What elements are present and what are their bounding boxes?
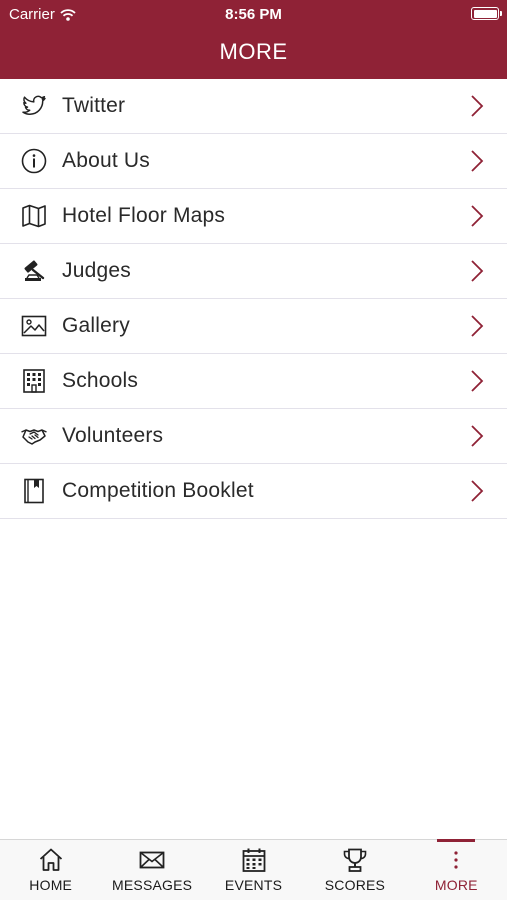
tab-more[interactable]: MORE: [406, 839, 507, 900]
tab-label: MORE: [434, 877, 478, 893]
menu-item-label: Gallery: [62, 314, 130, 337]
menu-item-twitter[interactable]: Twitter: [0, 79, 507, 134]
status-bar: Carrier 8:56 PM: [0, 0, 507, 28]
gavel-icon: [20, 257, 48, 285]
menu-item-label: Twitter: [62, 94, 126, 117]
twitter-icon: [20, 92, 48, 120]
chevron-right-icon: [471, 260, 484, 282]
trophy-icon: [343, 848, 367, 872]
chevron-right-icon: [471, 205, 484, 227]
active-tab-indicator: [437, 839, 476, 842]
menu-item-label: About Us: [62, 149, 150, 172]
menu-item-schools[interactable]: Schools: [0, 354, 507, 409]
more-dots-icon: [454, 851, 458, 869]
tab-events[interactable]: EVENTS: [203, 840, 304, 900]
top-bar: Carrier 8:56 PM MORE: [0, 0, 507, 79]
chevron-right-icon: [471, 150, 484, 172]
chevron-right-icon: [471, 425, 484, 447]
building-icon: [20, 367, 48, 395]
menu-item-competition-booklet[interactable]: Competition Booklet: [0, 464, 507, 519]
image-icon: [20, 312, 48, 340]
tab-home[interactable]: HOME: [0, 840, 101, 900]
more-menu-list: Twitter About Us Hotel Floor Maps Judges…: [0, 79, 507, 519]
menu-item-hotel-floor-maps[interactable]: Hotel Floor Maps: [0, 189, 507, 244]
menu-item-label: Schools: [62, 369, 139, 392]
info-icon: [20, 147, 48, 175]
chevron-right-icon: [471, 480, 484, 502]
chevron-right-icon: [471, 370, 484, 392]
battery-icon: [471, 7, 502, 20]
tab-label: SCORES: [324, 877, 386, 893]
tab-messages[interactable]: MESSAGES: [101, 840, 202, 900]
chevron-right-icon: [471, 315, 484, 337]
home-icon: [39, 848, 62, 871]
menu-item-judges[interactable]: Judges: [0, 244, 507, 299]
calendar-icon: [242, 848, 265, 872]
handshake-icon: [20, 422, 48, 450]
tab-bar: HOME MESSAGES EVENTS SCORES MORE: [0, 839, 507, 900]
page-title: MORE: [219, 39, 288, 64]
chevron-right-icon: [471, 95, 484, 117]
tab-scores[interactable]: SCORES: [304, 840, 405, 900]
map-icon: [20, 202, 48, 230]
status-time: 8:56 PM: [225, 6, 282, 23]
menu-item-about-us[interactable]: About Us: [0, 134, 507, 189]
menu-item-label: Judges: [62, 259, 131, 282]
menu-item-volunteers[interactable]: Volunteers: [0, 409, 507, 464]
tab-label: MESSAGES: [112, 877, 193, 893]
booklet-icon: [20, 477, 48, 505]
tab-label: EVENTS: [224, 877, 283, 893]
tab-label: HOME: [29, 877, 73, 893]
menu-item-gallery[interactable]: Gallery: [0, 299, 507, 354]
menu-item-label: Hotel Floor Maps: [62, 204, 226, 227]
menu-item-label: Competition Booklet: [62, 479, 254, 502]
menu-item-label: Volunteers: [62, 424, 164, 447]
envelope-icon: [139, 851, 165, 869]
